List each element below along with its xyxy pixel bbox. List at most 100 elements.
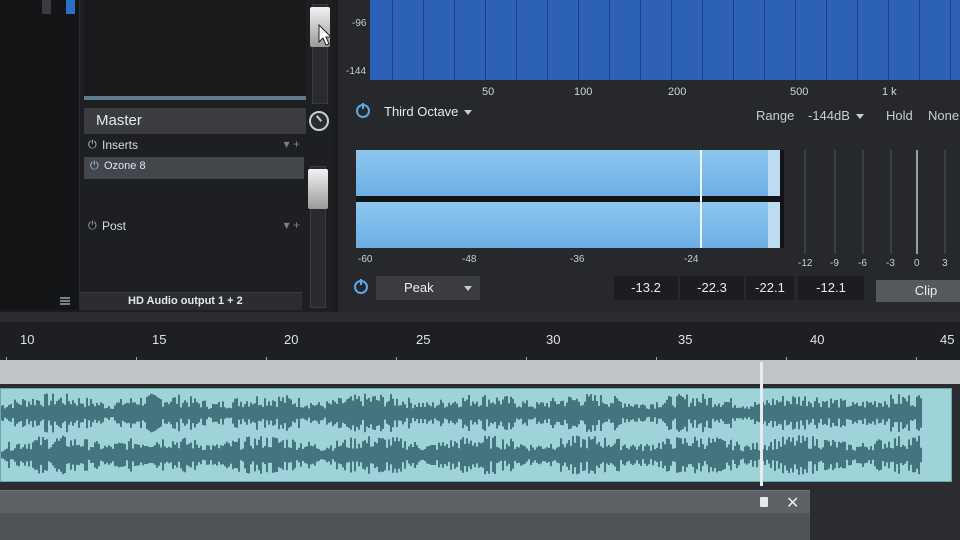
output-routing[interactable]: HD Audio output 1 + 2 (60, 292, 302, 310)
left-strip (0, 0, 80, 310)
right-scale-tick: -12 (798, 258, 813, 269)
close-icon[interactable]: ✕ (786, 493, 799, 513)
meter-power-icon[interactable] (354, 279, 368, 294)
inserts-row[interactable]: ⏻ Inserts ▾ + (84, 137, 306, 155)
plugin-name: Ozone 8 (104, 160, 146, 172)
inserts-label: Inserts (102, 138, 139, 152)
ruler-label: 30 (546, 332, 561, 347)
mouse-cursor-icon (318, 24, 332, 46)
right-scale-tick: -9 (830, 258, 839, 269)
bottom-panel-header: ✕ (0, 491, 810, 513)
playhead-cursor[interactable] (760, 362, 763, 486)
range-dropdown[interactable]: -144dB (808, 108, 864, 123)
vertical-meter (944, 150, 946, 254)
db-axis: -96 -144 (338, 0, 370, 82)
meter-scale-tick: -24 (684, 254, 699, 265)
spectrum-band-divider (485, 0, 486, 80)
menu-icon[interactable] (60, 297, 70, 305)
vertical-meter (834, 150, 836, 254)
readout-value: -12.1 (798, 276, 864, 300)
pan-fader[interactable] (310, 4, 330, 104)
chevron-down-icon (855, 114, 864, 120)
channel-top-area (84, 0, 306, 100)
inserts-power-icon[interactable]: ⏻ (88, 139, 97, 152)
ruler-label: 35 (678, 332, 693, 347)
spectrum-band-divider (671, 0, 672, 80)
spectrum-band-divider (702, 0, 703, 80)
inserts-add-icon[interactable]: ▾ + (284, 137, 300, 151)
channel-pan-knob[interactable] (309, 111, 329, 131)
range-value: -144dB (808, 108, 850, 123)
analyzer-mode-dropdown[interactable]: Third Octave (384, 104, 473, 119)
post-power-icon[interactable]: ⏻ (88, 220, 97, 233)
db-tick: -96 (352, 18, 367, 29)
peak-hold-line (700, 150, 702, 248)
spectrum-band-divider (950, 0, 951, 80)
readout-value: -13.2 (614, 276, 678, 300)
bottom-panel: ✕ (0, 490, 810, 540)
plugin-slot[interactable]: ⏻ Ozone 8 (84, 157, 304, 179)
spectrum-band-divider (578, 0, 579, 80)
ruler-label: 25 (416, 332, 431, 347)
meter-scale-tick: -60 (358, 254, 373, 265)
waveform (1, 393, 922, 475)
ruler-label: 40 (810, 332, 825, 347)
clip-button[interactable]: Clip (876, 280, 960, 302)
spectrum-band-divider (919, 0, 920, 80)
ruler-label: 20 (284, 332, 299, 347)
right-scale-tick: 0 (914, 258, 920, 269)
ruler-label: 15 (152, 332, 167, 347)
vertical-meter (804, 150, 806, 254)
hold-label: Hold (886, 108, 913, 123)
spectrum-band-divider (857, 0, 858, 80)
hold-value[interactable]: None (928, 108, 959, 123)
strip-toggle-button[interactable] (42, 0, 51, 14)
waveform-channel (1, 393, 922, 433)
vertical-meter (916, 150, 918, 254)
post-add-icon[interactable]: ▾ + (284, 218, 300, 232)
loop-range-bar[interactable] (0, 360, 960, 384)
audio-event[interactable] (0, 388, 952, 482)
chevron-down-icon (464, 286, 472, 291)
spectrum-band-divider (392, 0, 393, 80)
ruler-label: 10 (20, 332, 35, 347)
master-channel-strip: Master ⏻ Inserts ▾ + ⏻ Ozone 8 ⏻ Post ▾ … (60, 0, 332, 312)
volume-fader[interactable] (308, 166, 328, 308)
spectrum-band-divider (516, 0, 517, 80)
post-row[interactable]: ⏻ Post ▾ + (84, 218, 306, 236)
freq-tick: 500 (790, 86, 809, 98)
vertical-meter (862, 150, 864, 254)
analyzer-mode-value: Third Octave (384, 104, 459, 119)
output-label: HD Audio output 1 + 2 (128, 295, 243, 307)
spectrum-band-divider (547, 0, 548, 80)
spectrum-band-divider (826, 0, 827, 80)
chevron-down-icon (464, 110, 473, 116)
spectrum-analyzer: -96 -144 50 100 200 500 1 k Third Octave… (338, 0, 960, 312)
strip-select-button[interactable] (66, 0, 75, 14)
peak-mode-value: Peak (404, 280, 434, 295)
spectrum-band-divider (609, 0, 610, 80)
freq-tick: 100 (574, 86, 593, 98)
right-scale-tick: 3 (942, 258, 948, 269)
plugin-power-icon[interactable]: ⏻ (90, 160, 99, 173)
peak-mode-dropdown[interactable]: Peak (376, 276, 480, 300)
level-meter (356, 150, 784, 248)
spectrum-band-divider (423, 0, 424, 80)
analyzer-power-icon[interactable] (356, 103, 370, 118)
post-label: Post (102, 219, 127, 233)
freq-tick: 200 (668, 86, 687, 98)
spectrum-band-divider (888, 0, 889, 80)
spectrum-band-divider (640, 0, 641, 80)
readout-value: -22.1 (746, 276, 794, 300)
spectrum-band-divider (764, 0, 765, 80)
channel-name-row[interactable]: Master (84, 108, 306, 134)
right-scale-tick: -6 (858, 258, 867, 269)
spectrum-band-divider (795, 0, 796, 80)
volume-fader-handle[interactable] (308, 169, 328, 209)
meter-bar-left (356, 150, 780, 196)
pin-icon[interactable] (760, 497, 768, 507)
db-tick: -144 (346, 66, 367, 77)
meter-scale-tick: -48 (462, 254, 477, 265)
right-scale-tick: -3 (886, 258, 895, 269)
spectrum-display (370, 0, 960, 80)
